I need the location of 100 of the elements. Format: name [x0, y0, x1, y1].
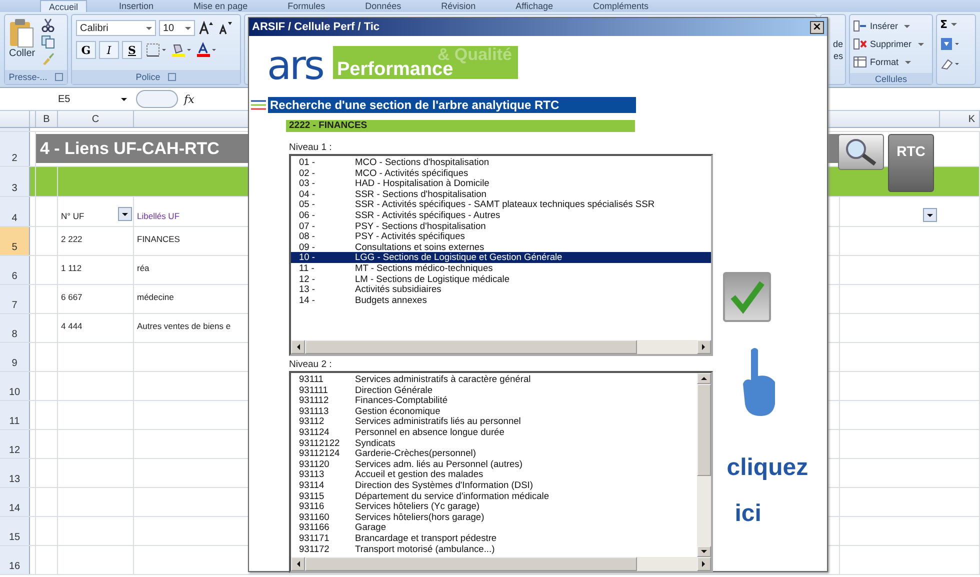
list-item[interactable]: 93111 Services administratifs à caractère général	[299, 374, 697, 385]
dialog-launcher-icon[interactable]	[55, 73, 64, 81]
list-item[interactable]: 93115 Département du service d'information médicale	[299, 490, 697, 502]
italic-button[interactable]: I	[99, 41, 119, 59]
list-item[interactable]: 931172 Transport motorisé (ambulance...)	[299, 544, 697, 554]
list-item[interactable]: 07 - PSY - Sections d'hospitalisation	[299, 220, 711, 232]
row-header[interactable]: 12	[0, 430, 30, 458]
grow-font-icon[interactable]	[198, 20, 214, 36]
filter-dropdown-icon[interactable]	[923, 208, 937, 222]
hint-text: ici	[734, 500, 762, 528]
font-name-field[interactable]: Calibri	[76, 20, 156, 36]
list-item[interactable]: 13 - Activités subsidiaires	[299, 284, 711, 295]
row-header[interactable]: 6	[0, 256, 30, 284]
row-header[interactable]: 2	[0, 132, 30, 166]
dialog-launcher-icon[interactable]	[168, 73, 176, 81]
list-item[interactable]: 93112122 Syndicats	[299, 438, 697, 448]
row-header[interactable]: 5	[0, 227, 30, 255]
confirm-button[interactable]	[722, 272, 771, 322]
table-cell: 6 667	[61, 292, 82, 302]
paste-button[interactable]: Coller	[9, 18, 36, 67]
row-header[interactable]: 7	[0, 285, 30, 313]
knob-icon[interactable]	[136, 90, 178, 108]
list-item[interactable]: 93112 Services administratifs liés au personnel	[299, 416, 697, 427]
fill-color-icon[interactable]	[170, 42, 192, 58]
list-item[interactable]: 931124 Personnel en absence longue durée	[299, 426, 697, 438]
group-label: Police	[136, 72, 160, 82]
list-item[interactable]: 09 - Consultations et soins externes	[299, 242, 711, 252]
list-item[interactable]: 93114 Direction des Systèmes d'Information (DSI)	[299, 480, 697, 491]
close-button[interactable]: ×	[810, 20, 824, 34]
horizontal-scrollbar[interactable]	[291, 557, 711, 571]
list-item[interactable]: 931160 Services hôteliers(hors garage)	[299, 512, 697, 522]
list-item[interactable]: 14 - Budgets annexes	[299, 294, 711, 306]
shrink-font-icon[interactable]	[217, 20, 233, 36]
list-item[interactable]: 06 - SSR - Activités spécifiques - Autres	[299, 210, 711, 221]
cells-command-button[interactable]: Supprimer	[853, 36, 929, 52]
hint-text: cliquez	[726, 454, 808, 482]
ribbon-tab[interactable]: Formules	[280, 0, 334, 12]
list-item[interactable]: 03 - HAD - Hospitalisation à Domicile	[299, 178, 711, 189]
list-item[interactable]: 12 - LM - Sections de Logistique médicale	[299, 274, 711, 284]
function-label[interactable]: fx	[184, 92, 194, 106]
table-cell: 1 112	[61, 263, 82, 273]
row-header[interactable]: 15	[0, 517, 30, 545]
list-item[interactable]: 93116 Services hôteliers (Yc garage)	[299, 501, 697, 512]
ribbon-tab[interactable]: Compléments	[585, 0, 657, 12]
fill-down-icon[interactable]	[940, 37, 962, 51]
cells-command-button[interactable]: Format	[853, 54, 929, 70]
brush-icon[interactable]	[41, 52, 56, 66]
font-color-icon[interactable]	[195, 42, 217, 58]
table-cell: médecine	[137, 292, 174, 302]
search-button[interactable]	[838, 134, 884, 170]
ribbon-tab[interactable]: Accueil	[40, 0, 88, 12]
row-header[interactable]: 11	[0, 401, 30, 429]
underline-button[interactable]: S	[122, 41, 142, 59]
column-header[interactable]: B	[36, 111, 58, 127]
row-header[interactable]: 14	[0, 488, 30, 516]
list-item[interactable]: 931166 Garage	[299, 522, 697, 533]
rtc-button[interactable]: RTC	[888, 134, 934, 192]
list-label: Niveau 1 :	[289, 142, 333, 154]
list-item[interactable]: 931111 Direction Générale	[299, 384, 697, 396]
column-header[interactable]: C	[58, 111, 134, 127]
copy-icon[interactable]	[41, 35, 56, 49]
filter-dropdown-icon[interactable]	[118, 207, 132, 221]
list-item[interactable]: 02 - MCO - Activités spécifiques	[299, 168, 711, 178]
list-item[interactable]: 931120 Services adm. liés au Personnel (autres)	[299, 458, 697, 470]
ribbon-tab[interactable]: Insertion	[111, 0, 162, 12]
list-item[interactable]: 11 - MT - Sections médico-techniques	[299, 262, 711, 274]
column-header[interactable]: K	[940, 111, 980, 127]
row-header[interactable]: 9	[0, 343, 30, 371]
row-header[interactable]: 16	[0, 546, 30, 574]
font-size-field[interactable]: 10	[159, 20, 195, 36]
scissors-icon[interactable]	[41, 18, 56, 32]
ribbon-tab[interactable]: Affichage	[508, 0, 562, 12]
row-header[interactable]: 13	[0, 459, 30, 487]
list-item[interactable]: 93113 Accueil et gestion des malades	[299, 469, 697, 480]
ribbon-tab[interactable]: Révision	[433, 0, 484, 12]
autosum-button[interactable]: Σ	[940, 18, 960, 31]
vertical-scrollbar[interactable]	[696, 373, 711, 557]
list-item[interactable]: 931171 Brancardage et transport pédestre	[299, 532, 697, 544]
list-item[interactable]: 04 - SSR - Sections d'hospitalisation	[299, 188, 711, 200]
list-item[interactable]: 10 - LGG - Sections de Logistique et Gestion Générale	[291, 252, 711, 263]
list-item[interactable]: 931112 Finances-Comptabilité	[299, 395, 697, 406]
row-header[interactable]: 3	[0, 167, 30, 196]
horizontal-scrollbar[interactable]	[291, 340, 711, 354]
ribbon-tab[interactable]: Données	[357, 0, 410, 12]
section-banner: 2222 - FINANCES	[286, 120, 635, 132]
list-item[interactable]: 05 - SSR - Activités spécifiques - SAMT plateaux techniques spécialisés SSR	[299, 199, 711, 210]
border-icon[interactable]	[145, 42, 167, 58]
eraser-icon[interactable]	[940, 57, 962, 71]
list-item[interactable]: 93112124 Garderie-Crèches(personnel)	[299, 448, 697, 459]
name-box[interactable]: E5	[4, 91, 130, 107]
row-header[interactable]: 4	[0, 197, 30, 226]
column-title: N° UF	[61, 211, 84, 221]
clipboard-icon	[9, 18, 36, 48]
cells-command-button[interactable]: Insérer	[853, 18, 929, 34]
list-item[interactable]: 08 - PSY - Activités spécifiques	[299, 231, 711, 242]
row-header[interactable]: 10	[0, 372, 30, 400]
ribbon-tab[interactable]: Mise en page	[186, 0, 256, 12]
row-header[interactable]: 8	[0, 314, 30, 342]
bold-button[interactable]: G	[76, 41, 96, 59]
list-item[interactable]: 931113 Gestion économique	[299, 406, 697, 416]
